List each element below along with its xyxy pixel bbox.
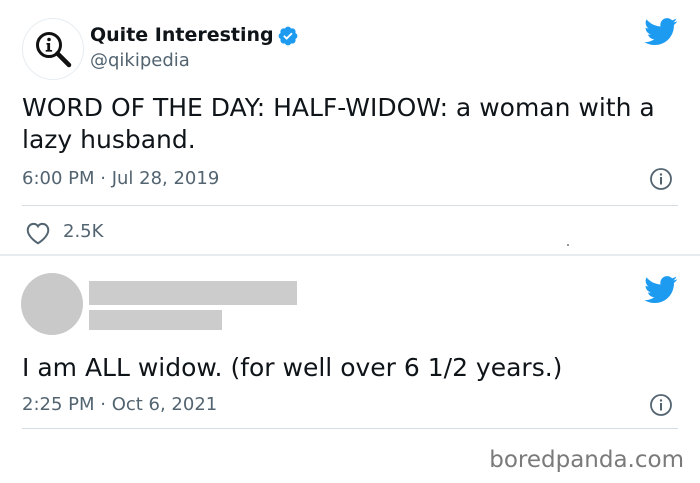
twitter-bird-icon[interactable]: [644, 276, 678, 304]
redacted-handle: [89, 310, 222, 330]
tweet-timestamp[interactable]: 2:25 PM · Oct 6, 2021: [22, 394, 217, 415]
avatar[interactable]: [22, 18, 84, 80]
qi-logo-icon: [36, 32, 72, 68]
decorative-dot: [567, 244, 569, 246]
divider: [22, 428, 678, 429]
tweet-timestamp[interactable]: 6:00 PM · Jul 28, 2019: [22, 168, 219, 189]
heart-icon[interactable]: [25, 221, 51, 245]
like-count: 2.5K: [63, 221, 104, 242]
divider: [22, 205, 678, 206]
user-handle[interactable]: @qikipedia: [90, 50, 190, 71]
tweet-text: WORD OF THE DAY: HALF-WIDOW: a woman wit…: [22, 93, 655, 154]
tweet-text: I am ALL widow. (for well over 6 1/2 yea…: [22, 353, 563, 382]
info-icon[interactable]: [649, 167, 673, 191]
tweet-card: I am ALL widow. (for well over 6 1/2 yea…: [0, 256, 700, 446]
redacted-display-name: [89, 281, 297, 305]
info-icon[interactable]: [649, 393, 673, 417]
display-name[interactable]: Quite Interesting: [90, 24, 274, 46]
twitter-bird-icon[interactable]: [644, 18, 678, 46]
avatar[interactable]: [21, 273, 83, 335]
watermark: boredpanda.com: [489, 447, 684, 473]
tweet-card: Quite Interesting @qikipedia WORD OF THE…: [0, 0, 700, 254]
verified-badge-icon: [278, 26, 298, 46]
